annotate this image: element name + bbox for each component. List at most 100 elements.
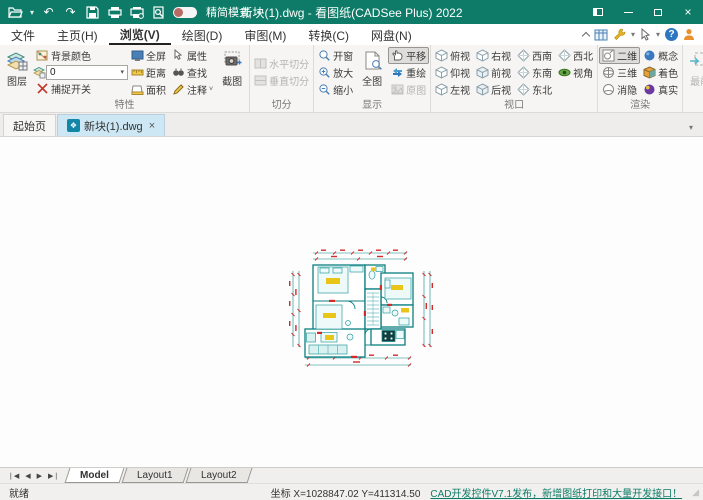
view-nw-button[interactable]: 西北 [555,47,596,64]
annotate-label: 注释 [187,82,207,97]
tab-start-page[interactable]: 起始页 [3,114,56,136]
vertical-split-button[interactable]: 垂直切分 [251,72,312,89]
settings-caret-icon[interactable]: ▾ [631,30,635,39]
collapse-ribbon-icon[interactable] [583,30,589,39]
preview-front-button[interactable]: 最前 [684,47,703,88]
view-front-button[interactable]: 前视 [473,64,514,81]
pan-button[interactable]: 平移 [388,47,429,64]
tab-review[interactable]: 审图(M) [233,24,297,45]
close-button[interactable]: × [673,0,703,24]
help-icon[interactable]: ? [665,28,678,41]
annotate-button[interactable]: 注释 ˅ [169,81,216,98]
tab-cloud[interactable]: 网盘(N) [360,24,423,45]
render-hidden-button[interactable]: 消隐 [599,81,640,98]
tab-model[interactable]: Model [65,468,125,483]
save-icon[interactable] [85,5,100,20]
layout-nav-first-icon[interactable]: ❘◀ [8,472,19,480]
distance-button[interactable]: 距离 [128,64,169,81]
layout-nav-next-icon[interactable]: ▶ [37,472,42,480]
tab-layout1[interactable]: Layout1 [122,468,188,483]
layers-button[interactable]: 图层 [1,47,33,88]
settings-wrench-icon[interactable] [613,28,626,41]
tab-list-caret-icon[interactable]: ▾ [689,123,693,132]
undo-icon[interactable]: ↶ [41,5,56,20]
maximize-button[interactable] [643,0,673,24]
redraw-button[interactable]: 重绘 [388,64,429,81]
group-split-label: 切分 [251,99,312,112]
announcement-link[interactable]: CAD开发控件V7.1发布，新增图纸打印和大量开发接口！ [430,485,682,500]
pointer-caret-icon[interactable]: ▾ [656,30,660,39]
vertical-split-label: 垂直切分 [269,73,309,88]
resize-grip-icon[interactable]: ◢ [692,487,699,498]
minimize-button[interactable] [613,0,643,24]
render-conceptual-label: 概念 [658,48,678,63]
qat-customize-caret-icon[interactable]: ▾ [257,8,261,17]
layer-combo[interactable]: 0 ▾ [46,65,128,80]
zoom-in-button[interactable]: 放大 [315,64,356,81]
tab-browse[interactable]: 浏览(V) [109,24,171,45]
floorplan-drawing [287,245,435,373]
attributes-button[interactable]: 属性 [169,47,216,64]
fullscreen-button[interactable]: 全屏 [128,47,169,64]
drawing-canvas[interactable] [0,137,703,467]
view-sw-button[interactable]: 西南 [514,47,555,64]
screenshot-button[interactable]: 截图 [216,47,248,88]
zoom-extents-button[interactable]: 全图 [356,47,388,88]
view-back-label: 后视 [491,82,511,97]
view-left-label: 左视 [450,82,470,97]
view-ne-button[interactable]: 东北 [514,81,555,98]
render-shaded-button[interactable]: 着色 [640,64,681,81]
background-color-button[interactable]: 背景颜色 [33,47,128,64]
pointer-tool-icon[interactable] [640,28,651,41]
render-3d-button[interactable]: 三维 [599,64,640,81]
redraw-label: 重绘 [406,65,426,80]
zoom-window-button[interactable]: 开窗 [315,47,356,64]
layer-combo-value: 0 [50,67,120,78]
tab-draw[interactable]: 绘图(D) [171,24,234,45]
area-button[interactable]: 面积 [128,81,169,98]
view-left-button[interactable]: 左视 [432,81,473,98]
render-realistic-button[interactable]: 真实 [640,81,681,98]
user-account-icon[interactable] [683,28,695,41]
zoom-out-button[interactable]: 缩小 [315,81,356,98]
view-se-label: 东南 [532,65,552,80]
original-view-button[interactable]: 原图 [388,81,429,98]
layout-nav-last-icon[interactable]: ▶❘ [48,472,59,480]
print-preview-icon[interactable] [151,5,166,20]
layout-nav-prev-icon[interactable]: ◀ [25,472,30,480]
simple-mode-toggle[interactable] [173,7,197,18]
tabrow-tools: ▾ ▾ ? [583,24,703,45]
view-bottom-button[interactable]: 仰视 [432,64,473,81]
grid-panel-icon[interactable] [594,29,608,41]
snap-toggle-button[interactable]: 捕捉开关 [33,80,128,97]
tab-convert[interactable]: 转换(C) [297,24,360,45]
redo-icon[interactable]: ↷ [63,5,78,20]
render-conceptual-button[interactable]: 概念 [640,47,681,64]
view-se-button[interactable]: 东南 [514,64,555,81]
tab-home[interactable]: 主页(H) [46,24,109,45]
batch-print-icon[interactable] [129,5,144,20]
tab-file[interactable]: 文件 [0,24,46,45]
render-2d-button[interactable]: 二维 [599,47,640,64]
status-ready-text: 就绪 [0,485,29,500]
annotate-caret-icon[interactable]: ˅ [209,86,213,93]
tab-document[interactable]: ❖ 新块(1).dwg × [57,114,165,136]
view-top-button[interactable]: 俯视 [432,47,473,64]
print-icon[interactable] [107,5,122,20]
group-properties: 图层 背景颜色 0 ▾ 捕捉开关 [0,45,250,112]
open-file-icon[interactable] [8,5,23,20]
view-right-button[interactable]: 右视 [473,47,514,64]
ribbon-display-icon[interactable] [583,0,613,24]
horizontal-split-button[interactable]: 水平切分 [251,55,312,72]
find-button[interactable]: 查找 [169,64,216,81]
document-close-icon[interactable]: × [149,120,155,132]
tab-layout2-label: Layout2 [201,470,237,481]
open-file-caret-icon[interactable]: ▾ [30,8,34,17]
view-angle-button[interactable]: 视角 [555,64,596,81]
screenshot-label: 截图 [222,73,242,88]
group-properties-label: 特性 [1,99,248,112]
view-ne-label: 东北 [532,82,552,97]
tab-layout2[interactable]: Layout2 [185,468,251,483]
view-back-button[interactable]: 后视 [473,81,514,98]
layer-combo-caret-icon[interactable]: ▾ [120,68,124,76]
